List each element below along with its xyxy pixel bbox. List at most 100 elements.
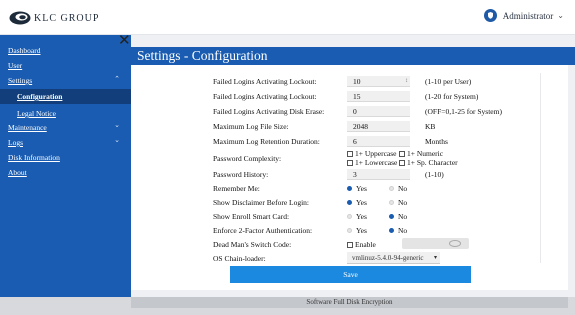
brand-logo: KLC GROUP — [9, 10, 99, 26]
complexity-special-checkbox[interactable]: 1+ Sp. Character — [399, 158, 458, 167]
remember-me-no-label: No — [398, 184, 408, 193]
user-menu[interactable]: Administrator ⌄ — [483, 9, 564, 22]
enforce-2fa-label: Enforce 2-Factor Authentication: — [213, 226, 313, 235]
radio-icon — [389, 214, 394, 219]
save-button[interactable]: Save — [230, 266, 471, 283]
smart-card-yes-label: Yes — [356, 212, 367, 221]
failed-logins-lockout-label: Failed Logins Activating Lockout: — [213, 77, 317, 86]
radio-icon — [347, 186, 352, 191]
enforce-2fa-yes-radio[interactable]: Yes — [347, 226, 367, 235]
complexity-uppercase-checkbox[interactable]: 1+ Uppercase — [347, 149, 397, 158]
spinner-icon[interactable]: ↕ — [405, 76, 408, 87]
close-icon[interactable]: ✕ — [118, 33, 131, 48]
failed-logins-lockout-hint: (1-10 per User) — [425, 77, 472, 86]
scrollbar[interactable] — [540, 73, 546, 263]
os-chain-loader-select[interactable]: vmlinuz-5.4.0-94-generic ▾ — [347, 252, 440, 264]
smart-card-no-radio[interactable]: No — [389, 212, 407, 221]
chevron-down-icon: ▾ — [433, 255, 437, 261]
checkbox-icon — [399, 160, 405, 167]
complexity-lowercase-label: 1+ Lowercase — [355, 158, 398, 167]
radio-icon — [347, 200, 352, 205]
brand-name: KLC GROUP — [34, 12, 100, 24]
failed-logins-lockout-system-input[interactable]: 15 — [347, 91, 410, 102]
smart-card-yes-radio[interactable]: Yes — [347, 212, 367, 221]
enforce-2fa-no-radio[interactable]: No — [389, 226, 407, 235]
failed-logins-lockout-input[interactable]: 10 ↕ — [347, 76, 410, 87]
radio-icon — [389, 200, 394, 205]
password-history-hint: (1-10) — [425, 170, 444, 179]
sidebar-item-configuration[interactable]: Configuration — [17, 92, 62, 101]
show-disclaimer-no-radio[interactable]: No — [389, 198, 407, 207]
shield-user-icon — [483, 9, 497, 22]
max-log-retention-unit: Months — [425, 137, 448, 146]
os-chain-loader-label: OS Chain-loader: — [213, 254, 266, 263]
remember-me-yes-radio[interactable]: Yes — [347, 184, 367, 193]
failed-logins-disk-erase-hint: (OFF=0,1-25 for System) — [425, 107, 502, 116]
checkbox-icon — [347, 242, 353, 249]
sidebar-item-user[interactable]: User — [8, 61, 22, 70]
failed-logins-lockout-system-value: 15 — [353, 92, 361, 101]
sidebar-item-disk-information[interactable]: Disk Information — [8, 153, 60, 162]
password-complexity-label: Password Complexity: — [213, 154, 282, 163]
user-name: Administrator — [502, 10, 554, 21]
failed-logins-disk-erase-input[interactable]: 0 — [347, 106, 410, 117]
max-log-file-size-label: Maximum Log File Size: — [213, 122, 289, 131]
complexity-numeric-checkbox[interactable]: 1+ Numeric — [399, 149, 443, 158]
complexity-numeric-label: 1+ Numeric — [407, 149, 444, 158]
chevron-up-icon: ⌃ — [114, 75, 120, 83]
show-disclaimer-label: Show Disclaimer Before Login: — [213, 198, 310, 207]
eye-icon[interactable] — [449, 240, 461, 247]
chevron-down-icon: ⌄ — [114, 121, 120, 129]
sidebar-item-settings[interactable]: Settings — [8, 76, 32, 85]
chevron-down-icon: ⌄ — [557, 11, 564, 20]
page-title: Settings - Configuration — [137, 48, 268, 63]
max-log-retention-label: Maximum Log Retention Duration: — [213, 137, 320, 146]
complexity-uppercase-label: 1+ Uppercase — [355, 149, 397, 158]
enforce-2fa-no-label: No — [398, 226, 408, 235]
remember-me-no-radio[interactable]: No — [389, 184, 407, 193]
page-header: Settings - Configuration — [131, 47, 575, 65]
failed-logins-lockout-value: 10 — [353, 77, 361, 86]
remember-me-yes-label: Yes — [356, 184, 367, 193]
password-history-input[interactable]: 3 — [347, 169, 410, 180]
radio-icon — [389, 228, 394, 233]
checkbox-icon — [347, 151, 353, 158]
failed-logins-disk-erase-label: Failed Logins Activating Disk Erase: — [213, 107, 325, 116]
sidebar-item-logs[interactable]: Logs — [8, 138, 23, 147]
max-log-retention-value: 6 — [353, 137, 357, 146]
max-log-file-size-input[interactable]: 2048 — [347, 121, 410, 132]
checkbox-icon — [399, 151, 405, 158]
enforce-2fa-yes-label: Yes — [356, 226, 367, 235]
sidebar-item-dashboard[interactable]: Dashboard — [8, 46, 41, 55]
os-chain-loader-value: vmlinuz-5.4.0-94-generic — [352, 254, 424, 262]
remember-me-label: Remember Me: — [213, 184, 260, 193]
radio-icon — [347, 228, 352, 233]
dead-mans-switch-enable-checkbox[interactable]: Enable — [347, 240, 376, 249]
dead-mans-switch-code-input[interactable] — [402, 238, 469, 249]
footer: Software Full Disk Encryption — [0, 297, 575, 315]
password-history-label: Password History: — [213, 170, 269, 179]
max-log-file-size-value: 2048 — [353, 122, 368, 131]
checkbox-icon — [347, 160, 353, 167]
sidebar-item-about[interactable]: About — [8, 168, 27, 177]
password-history-value: 3 — [353, 170, 357, 179]
chevron-down-icon: ⌄ — [114, 136, 120, 144]
footer-text: Software Full Disk Encryption — [131, 297, 568, 308]
show-disclaimer-no-label: No — [398, 198, 408, 207]
show-enroll-smart-card-label: Show Enroll Smart Card: — [213, 212, 290, 221]
dead-mans-switch-enable-label: Enable — [355, 240, 376, 249]
radio-icon — [347, 214, 352, 219]
sidebar-item-maintenance[interactable]: Maintenance — [8, 123, 47, 132]
top-bar: KLC GROUP Administrator ⌄ — [0, 0, 575, 35]
max-log-file-size-unit: KB — [425, 122, 436, 131]
klc-logo-icon — [9, 11, 31, 25]
max-log-retention-input[interactable]: 6 — [347, 136, 410, 147]
complexity-lowercase-checkbox[interactable]: 1+ Lowercase — [347, 158, 397, 167]
show-disclaimer-yes-radio[interactable]: Yes — [347, 198, 367, 207]
failed-logins-disk-erase-value: 0 — [353, 107, 357, 116]
failed-logins-lockout-system-hint: (1-20 for System) — [425, 92, 479, 101]
smart-card-no-label: No — [398, 212, 408, 221]
sidebar-item-legal-notice[interactable]: Legal Notice — [17, 109, 56, 118]
dead-mans-switch-label: Dead Man's Switch Code: — [213, 240, 292, 249]
sidebar: Dashboard User Settings ⌃ Configuration … — [0, 35, 131, 297]
